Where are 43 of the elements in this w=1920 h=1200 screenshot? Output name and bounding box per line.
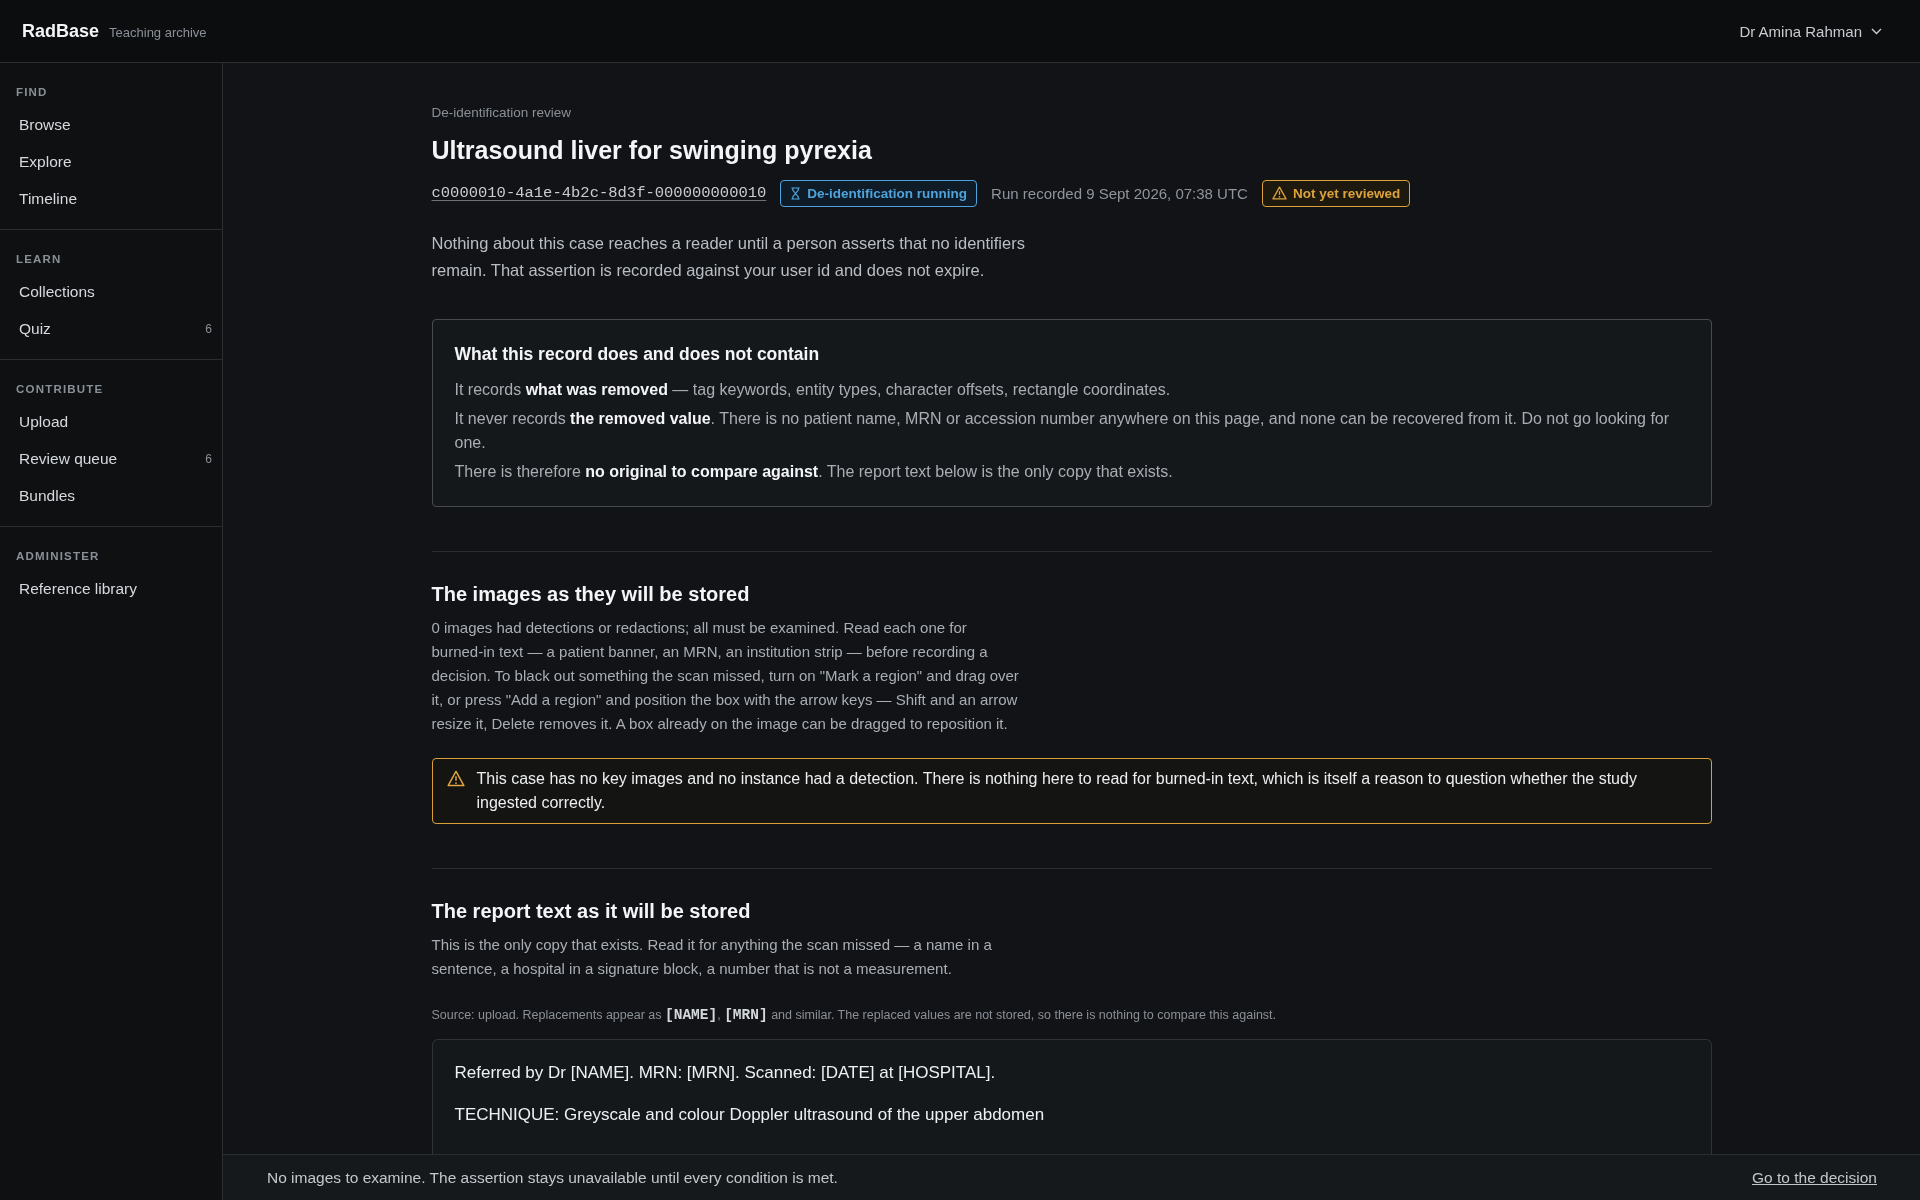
warning-icon xyxy=(446,770,465,787)
app-logo[interactable]: RadBase xyxy=(22,20,100,42)
sidebar-item[interactable]: Collections xyxy=(8,273,216,310)
warning-icon xyxy=(1271,186,1287,200)
info-line: It records what was removed — tag keywords, entity types, character offsets, rectangle coordinates. xyxy=(454,380,1172,400)
info-line: It never records the removed value. There is no patient name, MRN or accession number anywhere on this page, and none can be recovered from it. Do not go looking for one. xyxy=(454,409,1671,453)
run-timestamp: Run recorded 9 Sept 2026, 07:38 UTC xyxy=(991,184,1248,202)
sidebar-item[interactable]: Timeline xyxy=(8,180,216,217)
sidebar-item[interactable]: Review queue 6 xyxy=(8,440,216,477)
sidebar-section-label: FIND xyxy=(15,85,49,100)
item-count: 6 xyxy=(205,321,212,336)
badge-label: De-identification running xyxy=(807,185,968,201)
sidebar-item[interactable]: Browse xyxy=(8,106,216,143)
intro-text: Nothing about this case reaches a reader until a person asserts that no identifiers remain. That assertion is recorded against your user id and does not expire. xyxy=(431,233,1026,281)
report-line: Referred by Dr [NAME]. MRN: [MRN]. Scanned: [DATE] at [HOSPITAL]. xyxy=(454,1062,997,1084)
sidebar-item[interactable]: Upload xyxy=(8,403,216,440)
info-card-title: What this record does and does not contain xyxy=(454,343,821,366)
sidebar-item[interactable]: Explore xyxy=(8,143,216,180)
page-title: Ultrasound liver for swinging pyrexia xyxy=(431,135,873,166)
hourglass-icon xyxy=(790,186,802,200)
user-menu-button[interactable]: Dr Amina Rahman xyxy=(1739,18,1882,44)
alert-text: This case has no key images and no instance had a detection. There is nothing here to read for burned-in text, which is itself a reason to question whether the study ingested correctly. xyxy=(476,769,1638,813)
item-count: 6 xyxy=(205,451,212,466)
sidebar-item[interactable]: Quiz 6 xyxy=(8,310,216,347)
chevron-down-icon xyxy=(1871,27,1882,35)
sidebar-section-label: CONTRIBUTE xyxy=(15,382,105,397)
decision-link[interactable]: Go to the decision xyxy=(1752,1168,1877,1187)
sidebar-section-label: ADMINISTER xyxy=(15,549,101,564)
sidebar-section-label: LEARN xyxy=(15,252,63,267)
badge-label: Not yet reviewed xyxy=(1292,185,1401,201)
source-note: Source: upload. Replacements appear as [NAME], [MRN] and similar. The replaced values are not stored, so there is nothing to compare this against. xyxy=(431,1006,1278,1025)
report-line: TECHNIQUE: Greyscale and colour Doppler ultrasound of the upper abdomen xyxy=(454,1104,1046,1126)
footer-message: No images to examine. The assertion stays unavailable until every condition is met. xyxy=(267,1168,838,1187)
section-heading: The images as they will be stored xyxy=(431,582,751,607)
sidebar-item[interactable]: Bundles xyxy=(8,477,216,514)
app-subtitle: Teaching archive xyxy=(109,24,207,40)
section-heading: The report text as it will be stored xyxy=(431,899,752,924)
section-description: This is the only copy that exists. Read it for anything the scan missed — a name in a sentence, a hospital in a signature block, a number that is not a measurement. xyxy=(431,935,993,979)
sidebar-item[interactable]: Reference library xyxy=(8,570,216,607)
breadcrumb-text: De-identification review xyxy=(431,104,573,122)
section-description: 0 images had detections or redactions; all must be examined. Read each one for burned-in text — a patient banner, an MRN, an institution strip — before recording a decision. To black out something the scan missed, turn on "Mark a region" and drag over it, or press "Add a region" and position the box with the arrow keys — Shift and an arrow resize it, Delete removes it. A box already on the image can be dragged to reposition it. xyxy=(431,618,1020,734)
case-id: c0000010-4a1e-4b2c-8d3f-000000000010 xyxy=(431,184,767,202)
info-line: There is therefore no original to compare against. The report text below is the only copy that exists. xyxy=(454,462,1174,482)
